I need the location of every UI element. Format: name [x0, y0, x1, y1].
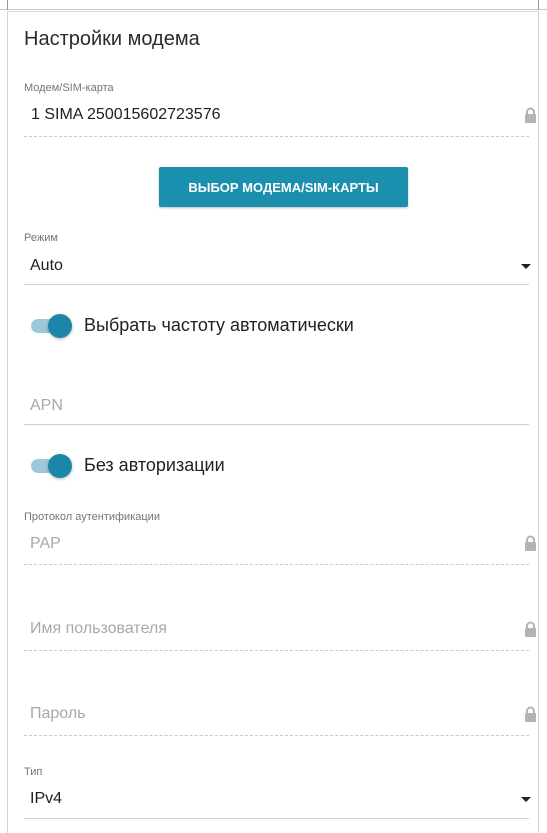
apn-placeholder: APN [30, 397, 63, 414]
toggle-knob [48, 314, 72, 338]
mode-value: Auto [30, 257, 63, 274]
chevron-down-icon [521, 797, 531, 802]
no-auth-toggle[interactable] [29, 454, 73, 478]
modem-sim-label: Модем/SIM-карта [24, 82, 114, 94]
page-title: Настройки модема [24, 28, 200, 50]
toggle-knob [48, 454, 72, 478]
mode-label: Режим [24, 232, 58, 244]
field-underline [24, 136, 529, 137]
auth-protocol-value: PAP [30, 535, 61, 552]
divider [538, 0, 539, 10]
lock-icon [525, 535, 536, 551]
chevron-down-icon [521, 264, 531, 269]
select-modem-sim-button[interactable]: ВЫБОР МОДЕМА/SIM-КАРТЫ [159, 167, 408, 207]
lock-icon [525, 706, 536, 722]
mode-select[interactable]: Auto [24, 248, 531, 284]
divider [7, 0, 8, 10]
field-underline [24, 650, 529, 651]
top-strip [0, 0, 547, 10]
field-underline [24, 564, 529, 565]
password-input[interactable]: Пароль [24, 697, 536, 735]
type-value: IPv4 [30, 790, 63, 807]
auto-frequency-label: Выбрать частоту автоматически [84, 315, 354, 335]
modem-settings-card: Настройки модема Модем/SIM-карта 1 SIMA … [7, 11, 539, 833]
auto-frequency-toggle[interactable] [29, 314, 73, 338]
lock-icon [525, 107, 536, 123]
modem-sim-value: 1 SIMA 250015602723576 [31, 106, 221, 123]
lock-icon [525, 621, 536, 637]
field-underline [24, 284, 529, 285]
type-label: Тип [24, 766, 43, 778]
username-input[interactable]: Имя пользователя [24, 612, 536, 650]
field-underline [24, 424, 529, 425]
username-placeholder: Имя пользователя [30, 620, 167, 637]
apn-input[interactable]: APN [24, 390, 529, 424]
auth-protocol-label: Протокол аутентификации [24, 511, 160, 523]
type-select[interactable]: IPv4 [24, 782, 531, 818]
no-auth-label: Без авторизации [84, 455, 225, 475]
password-placeholder: Пароль [30, 705, 86, 722]
field-underline [24, 735, 529, 736]
field-underline [24, 818, 529, 819]
